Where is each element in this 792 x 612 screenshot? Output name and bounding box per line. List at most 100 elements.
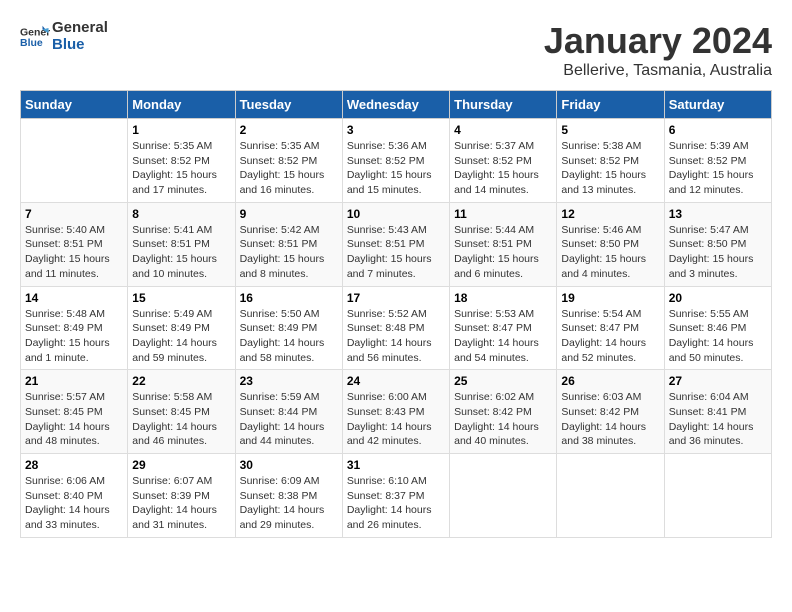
day-number: 13 xyxy=(669,207,767,221)
day-info: Sunrise: 5:54 AM Sunset: 8:47 PM Dayligh… xyxy=(561,307,659,366)
calendar-cell: 6Sunrise: 5:39 AM Sunset: 8:52 PM Daylig… xyxy=(664,119,771,203)
day-info: Sunrise: 5:52 AM Sunset: 8:48 PM Dayligh… xyxy=(347,307,445,366)
logo-line1: General xyxy=(52,20,108,37)
day-number: 22 xyxy=(132,374,230,388)
header-thursday: Thursday xyxy=(450,91,557,119)
calendar-cell: 5 Sunrise: 5:38 AM Sunset: 8:52 PM Daylig… xyxy=(557,119,664,203)
header-row: SundayMondayTuesdayWednesdayThursdayFrid… xyxy=(21,91,772,119)
day-number: 11 xyxy=(454,207,552,221)
calendar-cell xyxy=(664,454,771,538)
svg-text:Blue: Blue xyxy=(20,37,43,49)
week-row: 1 Sunrise: 5:35 AM Sunset: 8:52 PM Daylig… xyxy=(21,119,772,203)
day-number: 12 xyxy=(561,207,659,221)
day-number: 27 xyxy=(669,374,767,388)
day-info: Sunrise: 5:46 AM Sunset: 8:50 PM Dayligh… xyxy=(561,223,659,282)
day-info: Sunrise: 5:36 AM Sunset: 8:52 PM Dayligh… xyxy=(347,139,445,198)
calendar-cell: 28 Sunrise: 6:06 AM Sunset: 8:40 PM Dayli… xyxy=(21,454,128,538)
calendar-cell: 20 Sunrise: 5:55 AM Sunset: 8:46 PM Dayli… xyxy=(664,286,771,370)
day-info: Sunrise: 5:49 AM Sunset: 8:49 PM Dayligh… xyxy=(132,307,230,366)
calendar-cell: 30Sunrise: 6:09 AM Sunset: 8:38 PM Dayli… xyxy=(235,454,342,538)
calendar-table: SundayMondayTuesdayWednesdayThursdayFrid… xyxy=(20,90,772,538)
day-info: Sunrise: 6:10 AM Sunset: 8:37 PM Dayligh… xyxy=(347,474,445,533)
day-number: 26 xyxy=(561,374,659,388)
calendar-cell: 1 Sunrise: 5:35 AM Sunset: 8:52 PM Daylig… xyxy=(128,119,235,203)
header-sunday: Sunday xyxy=(21,91,128,119)
calendar-cell xyxy=(21,119,128,203)
calendar-cell: 12 Sunrise: 5:46 AM Sunset: 8:50 PM Dayli… xyxy=(557,202,664,286)
day-number: 24 xyxy=(347,374,445,388)
day-info: Sunrise: 5:57 AM Sunset: 8:45 PM Dayligh… xyxy=(25,390,123,449)
header-saturday: Saturday xyxy=(664,91,771,119)
calendar-cell: 2Sunrise: 5:35 AM Sunset: 8:52 PM Daylig… xyxy=(235,119,342,203)
day-info: Sunrise: 5:55 AM Sunset: 8:46 PM Dayligh… xyxy=(669,307,767,366)
week-row: 14Sunrise: 5:48 AM Sunset: 8:49 PM Dayli… xyxy=(21,286,772,370)
day-number: 16 xyxy=(240,291,338,305)
day-info: Sunrise: 5:35 AM Sunset: 8:52 PM Dayligh… xyxy=(240,139,338,198)
header-wednesday: Wednesday xyxy=(342,91,449,119)
day-info: Sunrise: 6:07 AM Sunset: 8:39 PM Dayligh… xyxy=(132,474,230,533)
header-tuesday: Tuesday xyxy=(235,91,342,119)
day-number: 30 xyxy=(240,458,338,472)
calendar-cell: 11 Sunrise: 5:44 AM Sunset: 8:51 PM Dayli… xyxy=(450,202,557,286)
day-number: 15 xyxy=(132,291,230,305)
day-info: Sunrise: 5:53 AM Sunset: 8:47 PM Dayligh… xyxy=(454,307,552,366)
calendar-cell: 3 Sunrise: 5:36 AM Sunset: 8:52 PM Daylig… xyxy=(342,119,449,203)
day-number: 20 xyxy=(669,291,767,305)
day-number: 28 xyxy=(25,458,123,472)
day-info: Sunrise: 5:48 AM Sunset: 8:49 PM Dayligh… xyxy=(25,307,123,366)
day-info: Sunrise: 5:41 AM Sunset: 8:51 PM Dayligh… xyxy=(132,223,230,282)
day-number: 17 xyxy=(347,291,445,305)
calendar-cell: 27Sunrise: 6:04 AM Sunset: 8:41 PM Dayli… xyxy=(664,370,771,454)
calendar-cell: 22 Sunrise: 5:58 AM Sunset: 8:45 PM Dayli… xyxy=(128,370,235,454)
day-info: Sunrise: 6:03 AM Sunset: 8:42 PM Dayligh… xyxy=(561,390,659,449)
calendar-cell: 7 Sunrise: 5:40 AM Sunset: 8:51 PM Daylig… xyxy=(21,202,128,286)
header-monday: Monday xyxy=(128,91,235,119)
calendar-cell: 16 Sunrise: 5:50 AM Sunset: 8:49 PM Dayli… xyxy=(235,286,342,370)
header-friday: Friday xyxy=(557,91,664,119)
week-row: 21 Sunrise: 5:57 AM Sunset: 8:45 PM Dayli… xyxy=(21,370,772,454)
day-info: Sunrise: 5:58 AM Sunset: 8:45 PM Dayligh… xyxy=(132,390,230,449)
calendar-cell: 24 Sunrise: 6:00 AM Sunset: 8:43 PM Dayli… xyxy=(342,370,449,454)
day-info: Sunrise: 5:42 AM Sunset: 8:51 PM Dayligh… xyxy=(240,223,338,282)
day-number: 21 xyxy=(25,374,123,388)
day-number: 1 xyxy=(132,123,230,137)
day-info: Sunrise: 6:00 AM Sunset: 8:43 PM Dayligh… xyxy=(347,390,445,449)
day-number: 23 xyxy=(240,374,338,388)
calendar-cell: 9 Sunrise: 5:42 AM Sunset: 8:51 PM Daylig… xyxy=(235,202,342,286)
day-info: Sunrise: 5:39 AM Sunset: 8:52 PM Dayligh… xyxy=(669,139,767,198)
day-number: 29 xyxy=(132,458,230,472)
week-row: 28 Sunrise: 6:06 AM Sunset: 8:40 PM Dayli… xyxy=(21,454,772,538)
day-info: Sunrise: 5:59 AM Sunset: 8:44 PM Dayligh… xyxy=(240,390,338,449)
day-info: Sunrise: 5:47 AM Sunset: 8:50 PM Dayligh… xyxy=(669,223,767,282)
calendar-cell: 25 Sunrise: 6:02 AM Sunset: 8:42 PM Dayli… xyxy=(450,370,557,454)
day-number: 9 xyxy=(240,207,338,221)
day-info: Sunrise: 6:06 AM Sunset: 8:40 PM Dayligh… xyxy=(25,474,123,533)
title-block: January 2024 Bellerive, Tasmania, Austra… xyxy=(544,20,772,80)
day-number: 7 xyxy=(25,207,123,221)
day-number: 3 xyxy=(347,123,445,137)
day-info: Sunrise: 5:50 AM Sunset: 8:49 PM Dayligh… xyxy=(240,307,338,366)
day-info: Sunrise: 5:40 AM Sunset: 8:51 PM Dayligh… xyxy=(25,223,123,282)
logo: General Blue General Blue xyxy=(20,20,108,53)
day-number: 25 xyxy=(454,374,552,388)
day-number: 5 xyxy=(561,123,659,137)
calendar-cell: 10Sunrise: 5:43 AM Sunset: 8:51 PM Dayli… xyxy=(342,202,449,286)
calendar-subtitle: Bellerive, Tasmania, Australia xyxy=(544,62,772,80)
day-number: 10 xyxy=(347,207,445,221)
day-info: Sunrise: 5:35 AM Sunset: 8:52 PM Dayligh… xyxy=(132,139,230,198)
calendar-cell: 4Sunrise: 5:37 AM Sunset: 8:52 PM Daylig… xyxy=(450,119,557,203)
calendar-cell: 17 Sunrise: 5:52 AM Sunset: 8:48 PM Dayli… xyxy=(342,286,449,370)
day-info: Sunrise: 5:38 AM Sunset: 8:52 PM Dayligh… xyxy=(561,139,659,198)
calendar-cell: 21 Sunrise: 5:57 AM Sunset: 8:45 PM Dayli… xyxy=(21,370,128,454)
logo-line2: Blue xyxy=(52,37,108,54)
calendar-cell xyxy=(450,454,557,538)
calendar-title: January 2024 xyxy=(544,20,772,62)
day-info: Sunrise: 6:02 AM Sunset: 8:42 PM Dayligh… xyxy=(454,390,552,449)
calendar-cell: 19Sunrise: 5:54 AM Sunset: 8:47 PM Dayli… xyxy=(557,286,664,370)
day-number: 4 xyxy=(454,123,552,137)
day-number: 31 xyxy=(347,458,445,472)
calendar-cell: 23 Sunrise: 5:59 AM Sunset: 8:44 PM Dayli… xyxy=(235,370,342,454)
calendar-cell: 8Sunrise: 5:41 AM Sunset: 8:51 PM Daylig… xyxy=(128,202,235,286)
calendar-cell: 18Sunrise: 5:53 AM Sunset: 8:47 PM Dayli… xyxy=(450,286,557,370)
day-info: Sunrise: 5:44 AM Sunset: 8:51 PM Dayligh… xyxy=(454,223,552,282)
